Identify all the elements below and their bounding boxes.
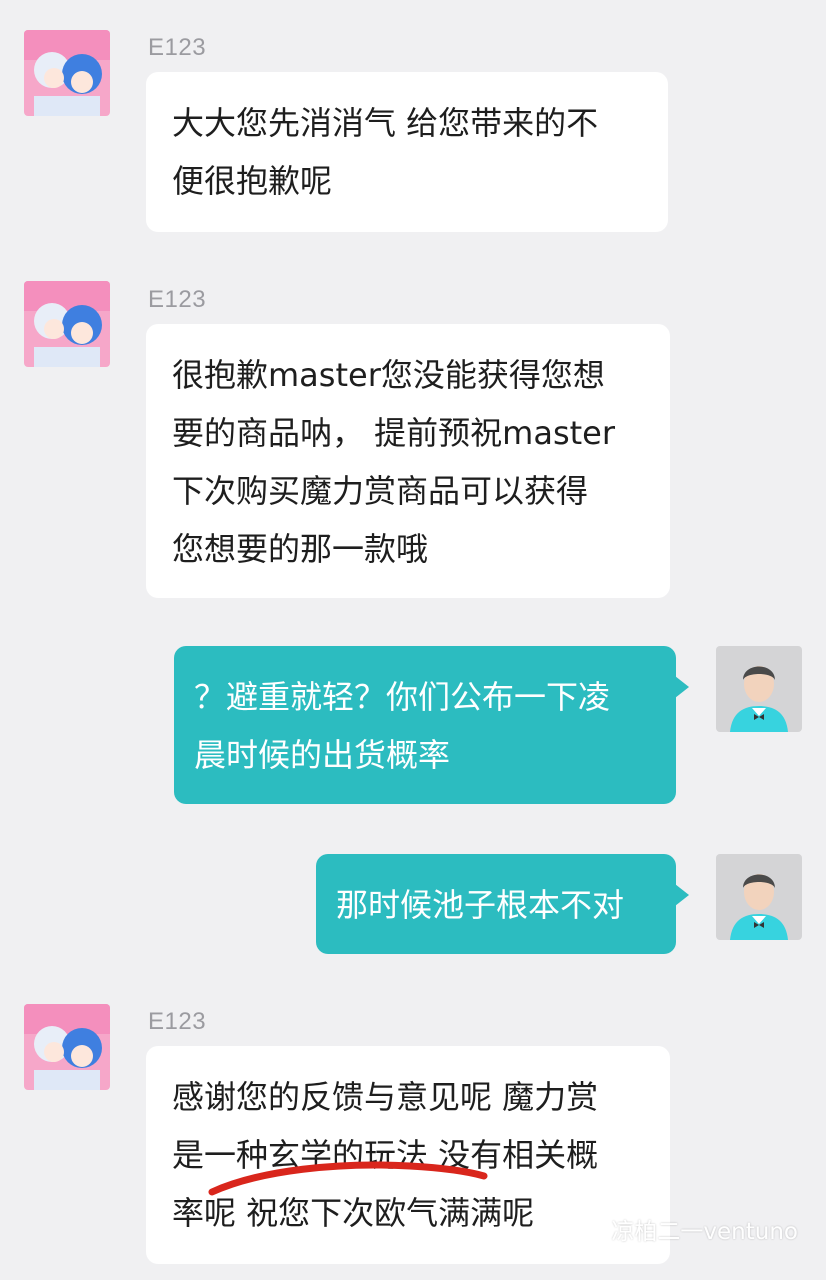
- message-bubble[interactable]: 大大您先消消气 给您带来的不 便很抱歉呢: [146, 72, 668, 232]
- message-line: 大大您先消消气 给您带来的不: [172, 104, 599, 142]
- message-line: 您想要的那一款哦: [172, 530, 429, 568]
- message-line: 便很抱歉呢: [172, 162, 333, 200]
- message-bubble[interactable]: 很抱歉master您没能获得您想 要的商品呐， 提前预祝master 下次购买魔…: [146, 324, 670, 598]
- sender-name: E123: [148, 1008, 207, 1035]
- wechat-icon: [573, 1213, 603, 1245]
- agent-avatar[interactable]: [24, 1004, 110, 1090]
- message-line: 要的商品呐， 提前预祝master: [172, 414, 616, 452]
- agent-avatar[interactable]: [24, 30, 110, 116]
- sender-name: E123: [148, 286, 207, 313]
- message-line: ？避重就轻？你们公布一下凌: [194, 678, 611, 716]
- message-line: 很抱歉master您没能获得您想: [172, 356, 605, 394]
- message-line: 晨时候的出货概率: [194, 736, 451, 774]
- message-line: 感谢您的反馈与意见呢 魔力赏: [172, 1078, 599, 1116]
- sender-name: E123: [148, 34, 207, 61]
- user-avatar[interactable]: [716, 854, 802, 940]
- message-bubble[interactable]: 那时候池子根本不对: [316, 854, 689, 954]
- watermark: 凉柏二一ventuno: [573, 1212, 798, 1246]
- agent-avatar[interactable]: [24, 281, 110, 367]
- user-avatar[interactable]: [716, 646, 802, 732]
- message-line: 那时候池子根本不对: [336, 886, 625, 924]
- watermark-text: 凉柏二一ventuno: [611, 1219, 798, 1245]
- message-line: 下次购买魔力赏商品可以获得: [172, 472, 589, 510]
- message-bubble[interactable]: ？避重就轻？你们公布一下凌 晨时候的出货概率: [174, 646, 689, 804]
- red-underline-annotation: [208, 1161, 488, 1196]
